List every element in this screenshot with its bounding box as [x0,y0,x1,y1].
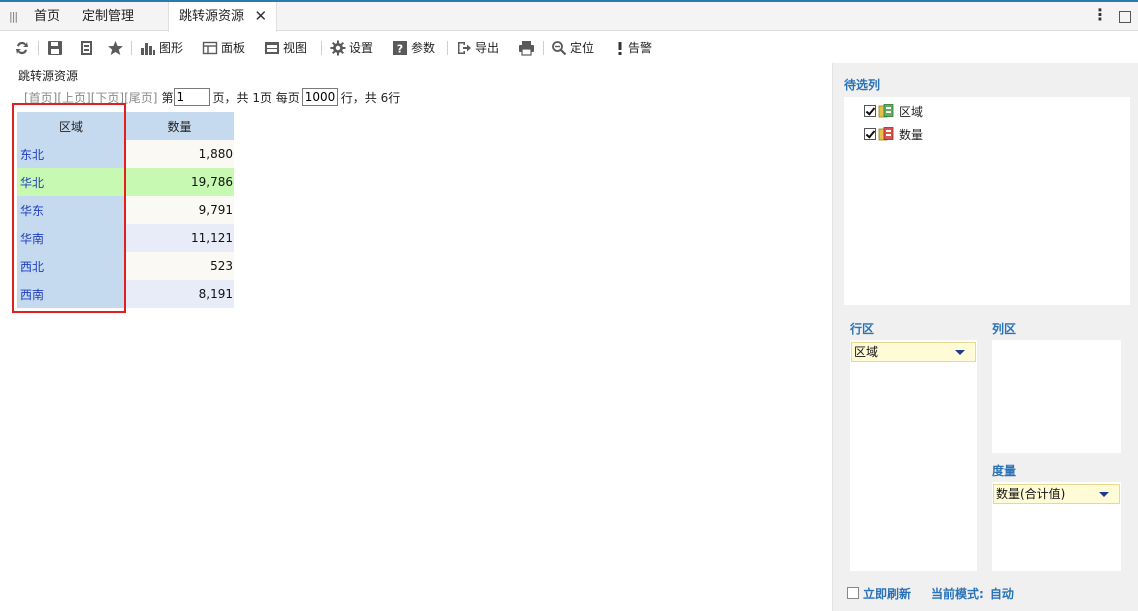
alert-button[interactable]: 告警 [615,39,652,57]
save-as-icon [81,41,92,55]
tab-bar: ||| 首页 定制管理 跳转源资源 ✕ ⋮ [0,0,1138,32]
tab-custom-management[interactable]: 定制管理 [72,2,144,31]
field-config-panel: 待选列 区域 数量 行区 区域 列区 度量 数量(合计值) 立即刷新 当前模式:… [833,63,1138,611]
bar-chart-icon [141,43,155,55]
dimension-icon [878,104,894,118]
save-icon [48,41,62,55]
menu-grip-icon[interactable]: ||| [9,10,18,23]
row-area-dropzone[interactable]: 区域 [850,340,977,571]
help-icon: ? [393,41,407,56]
toolbar: 图形 面板 视图 设置 ? 参数 导出 定位 告警 [0,33,1138,63]
gear-icon [330,40,346,56]
report-title: 跳转源资源 [18,69,79,83]
locate-button[interactable]: 定位 [551,39,594,57]
tab-jump-source[interactable]: 跳转源资源 ✕ [168,2,278,32]
measure-title: 度量 [992,464,1017,478]
settings-label: 设置 [349,41,374,55]
favorite-button[interactable] [107,39,124,57]
page-number-input[interactable] [173,88,210,106]
svg-text:?: ? [397,43,403,56]
print-icon [519,41,534,56]
quantity-cell: 8,191 [125,280,234,308]
params-label: 参数 [411,41,436,55]
panel-label: 面板 [221,41,246,55]
row-field-label: 区域 [854,345,879,359]
chevron-down-icon[interactable] [955,350,965,355]
field-label: 区域 [899,104,924,119]
export-label: 导出 [475,41,500,55]
panel-icon [202,41,218,55]
quantity-cell: 19,786 [125,168,234,196]
field-checkbox[interactable] [864,105,876,117]
measure-dropzone[interactable]: 数量(合计值) [992,482,1121,571]
tab-label: 首页 [34,9,61,24]
tab-home[interactable]: 首页 [24,2,70,31]
auto-refresh-checkbox[interactable] [847,587,859,599]
tab-label: 跳转源资源 [179,9,245,24]
save-button[interactable] [47,39,63,57]
chart-label: 图形 [159,41,184,55]
col-area-title: 列区 [992,322,1017,336]
alert-label: 告警 [628,41,653,55]
measure-icon [878,127,894,141]
field-item-quantity[interactable]: 数量 [864,126,923,142]
save-as-button[interactable] [79,39,95,57]
measure-field-chip[interactable]: 数量(合计值) [993,484,1120,504]
quantity-cell: 1,880 [125,140,234,168]
field-item-region[interactable]: 区域 [864,103,923,119]
export-button[interactable]: 导出 [456,39,499,57]
rows-suffix: 行，共 6行 [340,90,401,105]
star-icon [108,41,123,55]
settings-button[interactable]: 设置 [330,39,373,57]
maximize-icon[interactable] [1119,11,1131,23]
row-area-title: 行区 [850,322,875,336]
mode-value[interactable]: 自动 [990,585,1014,602]
refresh-icon [16,41,28,55]
exclamation-icon [618,42,622,55]
column-header-quantity[interactable]: 数量 [125,112,234,140]
quantity-cell: 523 [125,252,234,280]
magnifier-icon [552,41,567,56]
field-checkbox[interactable] [864,128,876,140]
panel-button[interactable]: 面板 [202,39,245,57]
chart-button[interactable]: 图形 [140,39,183,57]
measure-field-label: 数量(合计值) [996,487,1066,501]
panel-footer: 立即刷新 当前模式: 自动 [847,585,1014,601]
quantity-cell: 9,791 [125,196,234,224]
params-button[interactable]: ? 参数 [392,39,435,57]
print-button[interactable] [518,39,535,57]
auto-refresh-label[interactable]: 立即刷新 [863,585,911,602]
annotation-highlight-box [12,103,126,313]
field-label: 数量 [899,127,924,142]
export-icon [458,42,471,54]
page-size-input[interactable] [301,88,338,106]
page-suffix: 页，共 1页 每页 [212,90,300,105]
page-prefix: 第 [161,90,174,105]
candidates-title: 待选列 [844,78,881,92]
view-label: 视图 [283,41,308,55]
view-button[interactable]: 视图 [264,39,307,57]
row-field-chip[interactable]: 区域 [851,342,976,362]
chevron-down-icon[interactable] [1099,492,1109,497]
more-vertical-icon[interactable]: ⋮ [1092,5,1108,24]
quantity-cell: 11,121 [125,224,234,252]
col-area-dropzone[interactable] [992,340,1121,453]
tab-label: 定制管理 [82,9,135,24]
close-icon[interactable]: ✕ [254,2,267,31]
locate-label: 定位 [570,41,595,55]
candidate-field-list: 区域 数量 [844,97,1130,305]
last-page-link[interactable]: [尾页] [124,89,157,106]
mode-label: 当前模式: [931,586,984,601]
view-icon [265,42,279,54]
refresh-button[interactable] [14,39,30,57]
